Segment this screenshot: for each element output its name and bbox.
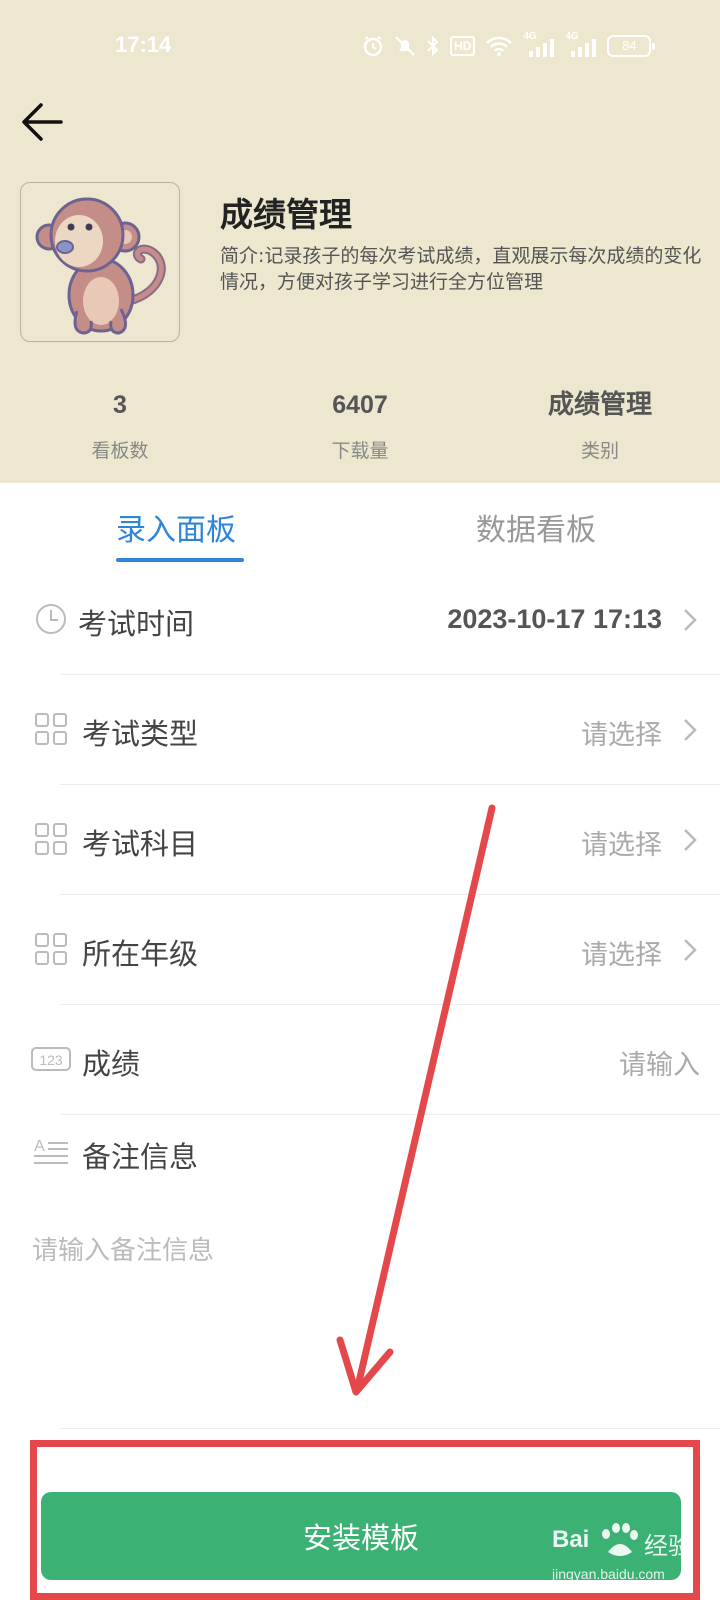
field-notes: A 备注信息: [0, 1112, 720, 1174]
svg-text:123: 123: [39, 1052, 63, 1068]
wifi-icon: [486, 36, 513, 56]
stat-downloads: 6407 下载量: [260, 388, 460, 463]
number-icon: 123: [31, 1047, 71, 1071]
arrow-left-icon: [22, 103, 63, 141]
field-value: 请选择: [581, 940, 662, 971]
field-label: 所在年级: [82, 937, 199, 971]
stat-dashboards: 3 看板数: [20, 388, 220, 463]
field-label: 考试时间: [78, 607, 195, 641]
svg-text:A: A: [34, 1138, 45, 1155]
field-exam-type[interactable]: 考试类型 请选择: [0, 675, 720, 785]
battery-icon: 84: [607, 35, 656, 57]
field-label: 考试科目: [82, 827, 199, 861]
baidu-watermark: Bai 经验 jingyan.baidu.com: [552, 1522, 712, 1594]
divider: [60, 1428, 720, 1429]
app-header: 17:14 HD 4G 4G 84 成绩管理 简介:记录孩子的每次考试成绩，直观…: [0, 0, 720, 483]
chevron-right-icon: [684, 829, 697, 851]
stat-category: 成绩管理 类别: [500, 388, 700, 463]
stat-label: 类别: [580, 440, 619, 462]
template-description: 简介:记录孩子的每次考试成绩，直观展示每次成绩的变化情况，方便对孩子学习进行全方…: [220, 245, 702, 293]
bluetooth-icon: [427, 35, 439, 57]
battery-level: 84: [622, 38, 637, 53]
chevron-right-icon: [684, 609, 697, 631]
watermark-url: jingyan.baidu.com: [552, 1566, 665, 1582]
status-icons: HD 4G 4G 84: [362, 31, 656, 59]
field-label: 成绩: [82, 1047, 141, 1081]
chevron-right-icon: [684, 719, 697, 741]
grid-icon: [35, 933, 67, 965]
field-label: 备注信息: [82, 1140, 199, 1174]
watermark-brand-cn: 经验: [644, 1532, 692, 1560]
alarm-icon: [363, 36, 383, 57]
stat-value: 3: [113, 391, 127, 419]
template-avatar: [20, 182, 180, 342]
notes-input[interactable]: 请输入备注信息: [32, 1230, 214, 1267]
field-value: 请选择: [581, 720, 662, 751]
field-grade-level[interactable]: 所在年级 请选择: [0, 895, 720, 1005]
signal-4g-icon: 4G: [565, 31, 597, 57]
clock-icon: [36, 604, 66, 634]
field-label: 考试类型: [82, 717, 199, 751]
field-value: 请选择: [581, 830, 662, 861]
stat-label: 看板数: [91, 440, 149, 462]
field-exam-time[interactable]: 考试时间 2023-10-17 17:13: [0, 565, 720, 675]
watermark-brand: Bai: [552, 1526, 590, 1553]
field-exam-subject[interactable]: 考试科目 请选择: [0, 785, 720, 895]
monkey-illustration: [35, 197, 166, 335]
back-button[interactable]: [14, 94, 70, 150]
score-input[interactable]: 请输入: [619, 1043, 700, 1082]
chevron-right-icon: [684, 939, 697, 961]
tab-input-panel[interactable]: 录入面板: [116, 505, 236, 549]
hd-icon: HD: [450, 36, 476, 56]
template-title: 成绩管理: [220, 195, 352, 234]
tab-bar: 录入面板 数据看板: [0, 483, 720, 565]
field-value: 2023-10-17 17:13: [447, 604, 662, 634]
grid-icon: [35, 713, 67, 745]
status-bar: 17:14 HD 4G 4G 84: [0, 0, 720, 92]
stat-value: 成绩管理: [547, 390, 652, 420]
text-icon: A: [34, 1138, 68, 1164]
tab-data-dashboard[interactable]: 数据看板: [476, 505, 596, 549]
tab-indicator: [116, 558, 244, 562]
stat-value: 6407: [332, 391, 388, 419]
stat-label: 下载量: [331, 440, 389, 462]
status-time: 17:14: [115, 32, 172, 57]
grid-icon: [35, 823, 67, 855]
signal-4g-icon: 4G: [523, 31, 555, 57]
mute-icon: [395, 36, 415, 56]
paw-icon: [602, 1523, 638, 1556]
field-score[interactable]: 123 成绩 请输入: [0, 1005, 720, 1115]
